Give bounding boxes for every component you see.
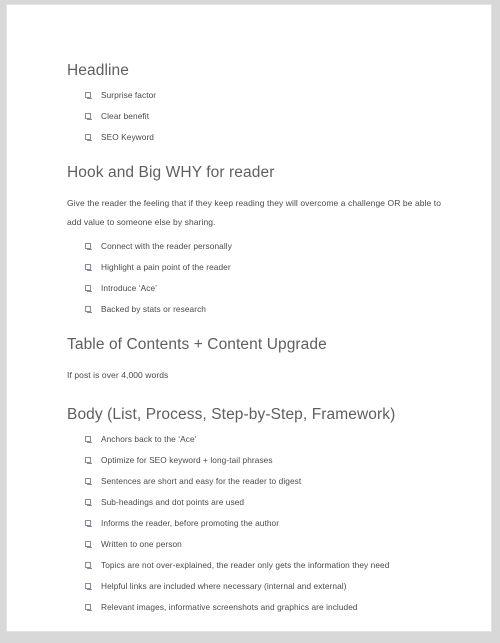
checklist-item[interactable]: Highlight a pain point of the reader bbox=[85, 262, 445, 273]
checklist-item[interactable]: Anchors back to the ‘Ace’ bbox=[85, 434, 445, 445]
checklist-item-label: Sentences are short and easy for the rea… bbox=[101, 476, 302, 486]
empty-checkbox-icon bbox=[85, 604, 92, 611]
checklist-item[interactable]: Clear benefit bbox=[85, 111, 445, 122]
document-section: Hook and Big WHY for reader Give the read… bbox=[67, 163, 445, 315]
checklist-item[interactable]: Sub-headings and dot points are used bbox=[85, 497, 445, 508]
checklist-item-label: Backed by stats or research bbox=[101, 304, 206, 314]
section-heading: Table of Contents + Content Upgrade bbox=[67, 336, 327, 353]
checklist: Surprise factor Clear benefit SEO Keyword bbox=[67, 90, 445, 143]
checklist-item-label: Helpful links are included where necessa… bbox=[101, 581, 347, 591]
empty-checkbox-icon bbox=[85, 306, 92, 313]
section-paragraph: If post is over 4,000 words bbox=[67, 370, 169, 380]
section-paragraph: Give the reader the feeling that if they… bbox=[67, 198, 442, 227]
checklist: Connect with the reader personally Highli… bbox=[67, 241, 445, 315]
empty-checkbox-icon bbox=[85, 243, 92, 250]
empty-checkbox-icon bbox=[85, 520, 92, 527]
checklist-item[interactable]: Sentences are short and easy for the rea… bbox=[85, 476, 445, 487]
checklist-item[interactable]: SEO Keyword bbox=[85, 132, 445, 143]
empty-checkbox-icon bbox=[85, 285, 92, 292]
checklist-item-label: Topics are not over-explained, the reade… bbox=[101, 560, 390, 570]
empty-checkbox-icon bbox=[85, 113, 92, 120]
section-heading: Hook and Big WHY for reader bbox=[67, 164, 275, 181]
checklist-item-label: Informs the reader, before promoting the… bbox=[101, 518, 280, 528]
document-section: Table of Contents + Content Upgrade If po… bbox=[67, 335, 445, 385]
empty-checkbox-icon bbox=[85, 436, 92, 443]
checklist-item[interactable]: Helpful links are included where necessa… bbox=[85, 581, 445, 592]
checklist-item-label: SEO Keyword bbox=[101, 132, 154, 142]
document-content: Headline Surprise factor Clear benefit SEO … bbox=[7, 5, 491, 631]
checklist-item-label: Written to one person bbox=[101, 539, 182, 549]
section-heading: Headline bbox=[67, 62, 129, 79]
checklist-item-label: Introduce ‘Ace’ bbox=[101, 283, 158, 293]
checklist-item-label: Clear benefit bbox=[101, 111, 150, 121]
empty-checkbox-icon bbox=[85, 92, 92, 99]
empty-checkbox-icon bbox=[85, 541, 92, 548]
checklist-item[interactable]: Optimize for SEO keyword + long-tail phr… bbox=[85, 455, 445, 466]
checklist-item-label: Anchors back to the ‘Ace’ bbox=[101, 434, 197, 444]
empty-checkbox-icon bbox=[85, 478, 92, 485]
checklist-item-label: Highlight a pain point of the reader bbox=[101, 262, 231, 272]
empty-checkbox-icon bbox=[85, 134, 92, 141]
document-section: Body (List, Process, Step-by-Step, Frame… bbox=[67, 405, 445, 613]
checklist-item-label: Sub-headings and dot points are used bbox=[101, 497, 245, 507]
checklist-item-label: Surprise factor bbox=[101, 90, 157, 100]
checklist-item[interactable]: Written to one person bbox=[85, 539, 445, 550]
checklist-item[interactable]: Relevant images, informative screenshots… bbox=[85, 602, 445, 613]
checklist-item-label: Relevant images, informative screenshots… bbox=[101, 602, 358, 612]
checklist: Anchors back to the ‘Ace’ Optimize for SE… bbox=[67, 434, 445, 613]
document-page: Headline Surprise factor Clear benefit SEO … bbox=[6, 4, 492, 632]
empty-checkbox-icon bbox=[85, 562, 92, 569]
checklist-item-label: Connect with the reader personally bbox=[101, 241, 232, 251]
checklist-item-label: Optimize for SEO keyword + long-tail phr… bbox=[101, 455, 273, 465]
empty-checkbox-icon bbox=[85, 583, 92, 590]
document-section: Headline Surprise factor Clear benefit SEO … bbox=[67, 61, 445, 143]
checklist-item[interactable]: Connect with the reader personally bbox=[85, 241, 445, 252]
checklist-item[interactable]: Surprise factor bbox=[85, 90, 445, 101]
section-heading: Body (List, Process, Step-by-Step, Frame… bbox=[67, 406, 396, 423]
checklist-item[interactable]: Backed by stats or research bbox=[85, 304, 445, 315]
empty-checkbox-icon bbox=[85, 499, 92, 506]
checklist-item[interactable]: Informs the reader, before promoting the… bbox=[85, 518, 445, 529]
checklist-item[interactable]: Introduce ‘Ace’ bbox=[85, 283, 445, 294]
empty-checkbox-icon bbox=[85, 264, 92, 271]
empty-checkbox-icon bbox=[85, 457, 92, 464]
checklist-item[interactable]: Topics are not over-explained, the reade… bbox=[85, 560, 445, 571]
